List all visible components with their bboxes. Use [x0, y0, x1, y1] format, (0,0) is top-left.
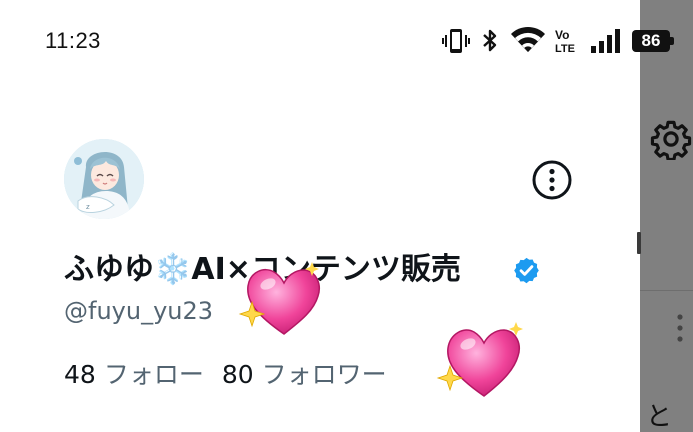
signal-icon — [591, 29, 620, 53]
svg-text:z: z — [86, 203, 90, 211]
svg-text:Vo: Vo — [555, 28, 569, 42]
volte-icon: Vo LTE — [555, 28, 575, 55]
status-bar: 11:23 Vo LTE 86 — [0, 0, 693, 80]
dimmed-partial-text: と — [646, 402, 673, 432]
wifi-icon — [511, 26, 545, 52]
battery-level: 86 — [641, 31, 661, 50]
status-time: 11:23 — [45, 28, 101, 53]
vibrate-icon — [442, 29, 470, 53]
svg-text:LTE: LTE — [555, 43, 575, 55]
following-count: 48 — [64, 360, 96, 389]
following-label: フォロー — [103, 360, 204, 389]
screen: と 11:23 Vo LTE 86 z @fuyu_yu23 48 フォロー 8… — [0, 0, 693, 432]
more-options-button[interactable] — [530, 158, 574, 202]
followers-label: フォロワー — [261, 360, 387, 389]
bluetooth-icon — [483, 29, 497, 52]
followers-count: 80 — [221, 360, 254, 389]
battery-icon: 86 — [632, 30, 676, 52]
profile-handle: @fuyu_yu23 — [64, 297, 214, 325]
sparkling-heart-icon — [436, 322, 523, 397]
settings-gear-icon — [650, 120, 692, 160]
sparkling-heart-icon — [238, 262, 320, 335]
dimmed-content-mark — [637, 232, 641, 254]
following-link[interactable]: 48 フォロー — [64, 360, 204, 389]
follow-stats: 48 フォロー 80 フォロワー — [64, 357, 387, 393]
avatar-illustration: z — [64, 139, 144, 219]
verified-badge-icon — [514, 257, 539, 284]
profile-avatar[interactable]: z — [64, 139, 144, 219]
followers-link[interactable]: 80 フォロワー — [222, 360, 387, 389]
dimmed-divider — [640, 290, 693, 291]
dimmed-more-icon — [677, 314, 683, 342]
